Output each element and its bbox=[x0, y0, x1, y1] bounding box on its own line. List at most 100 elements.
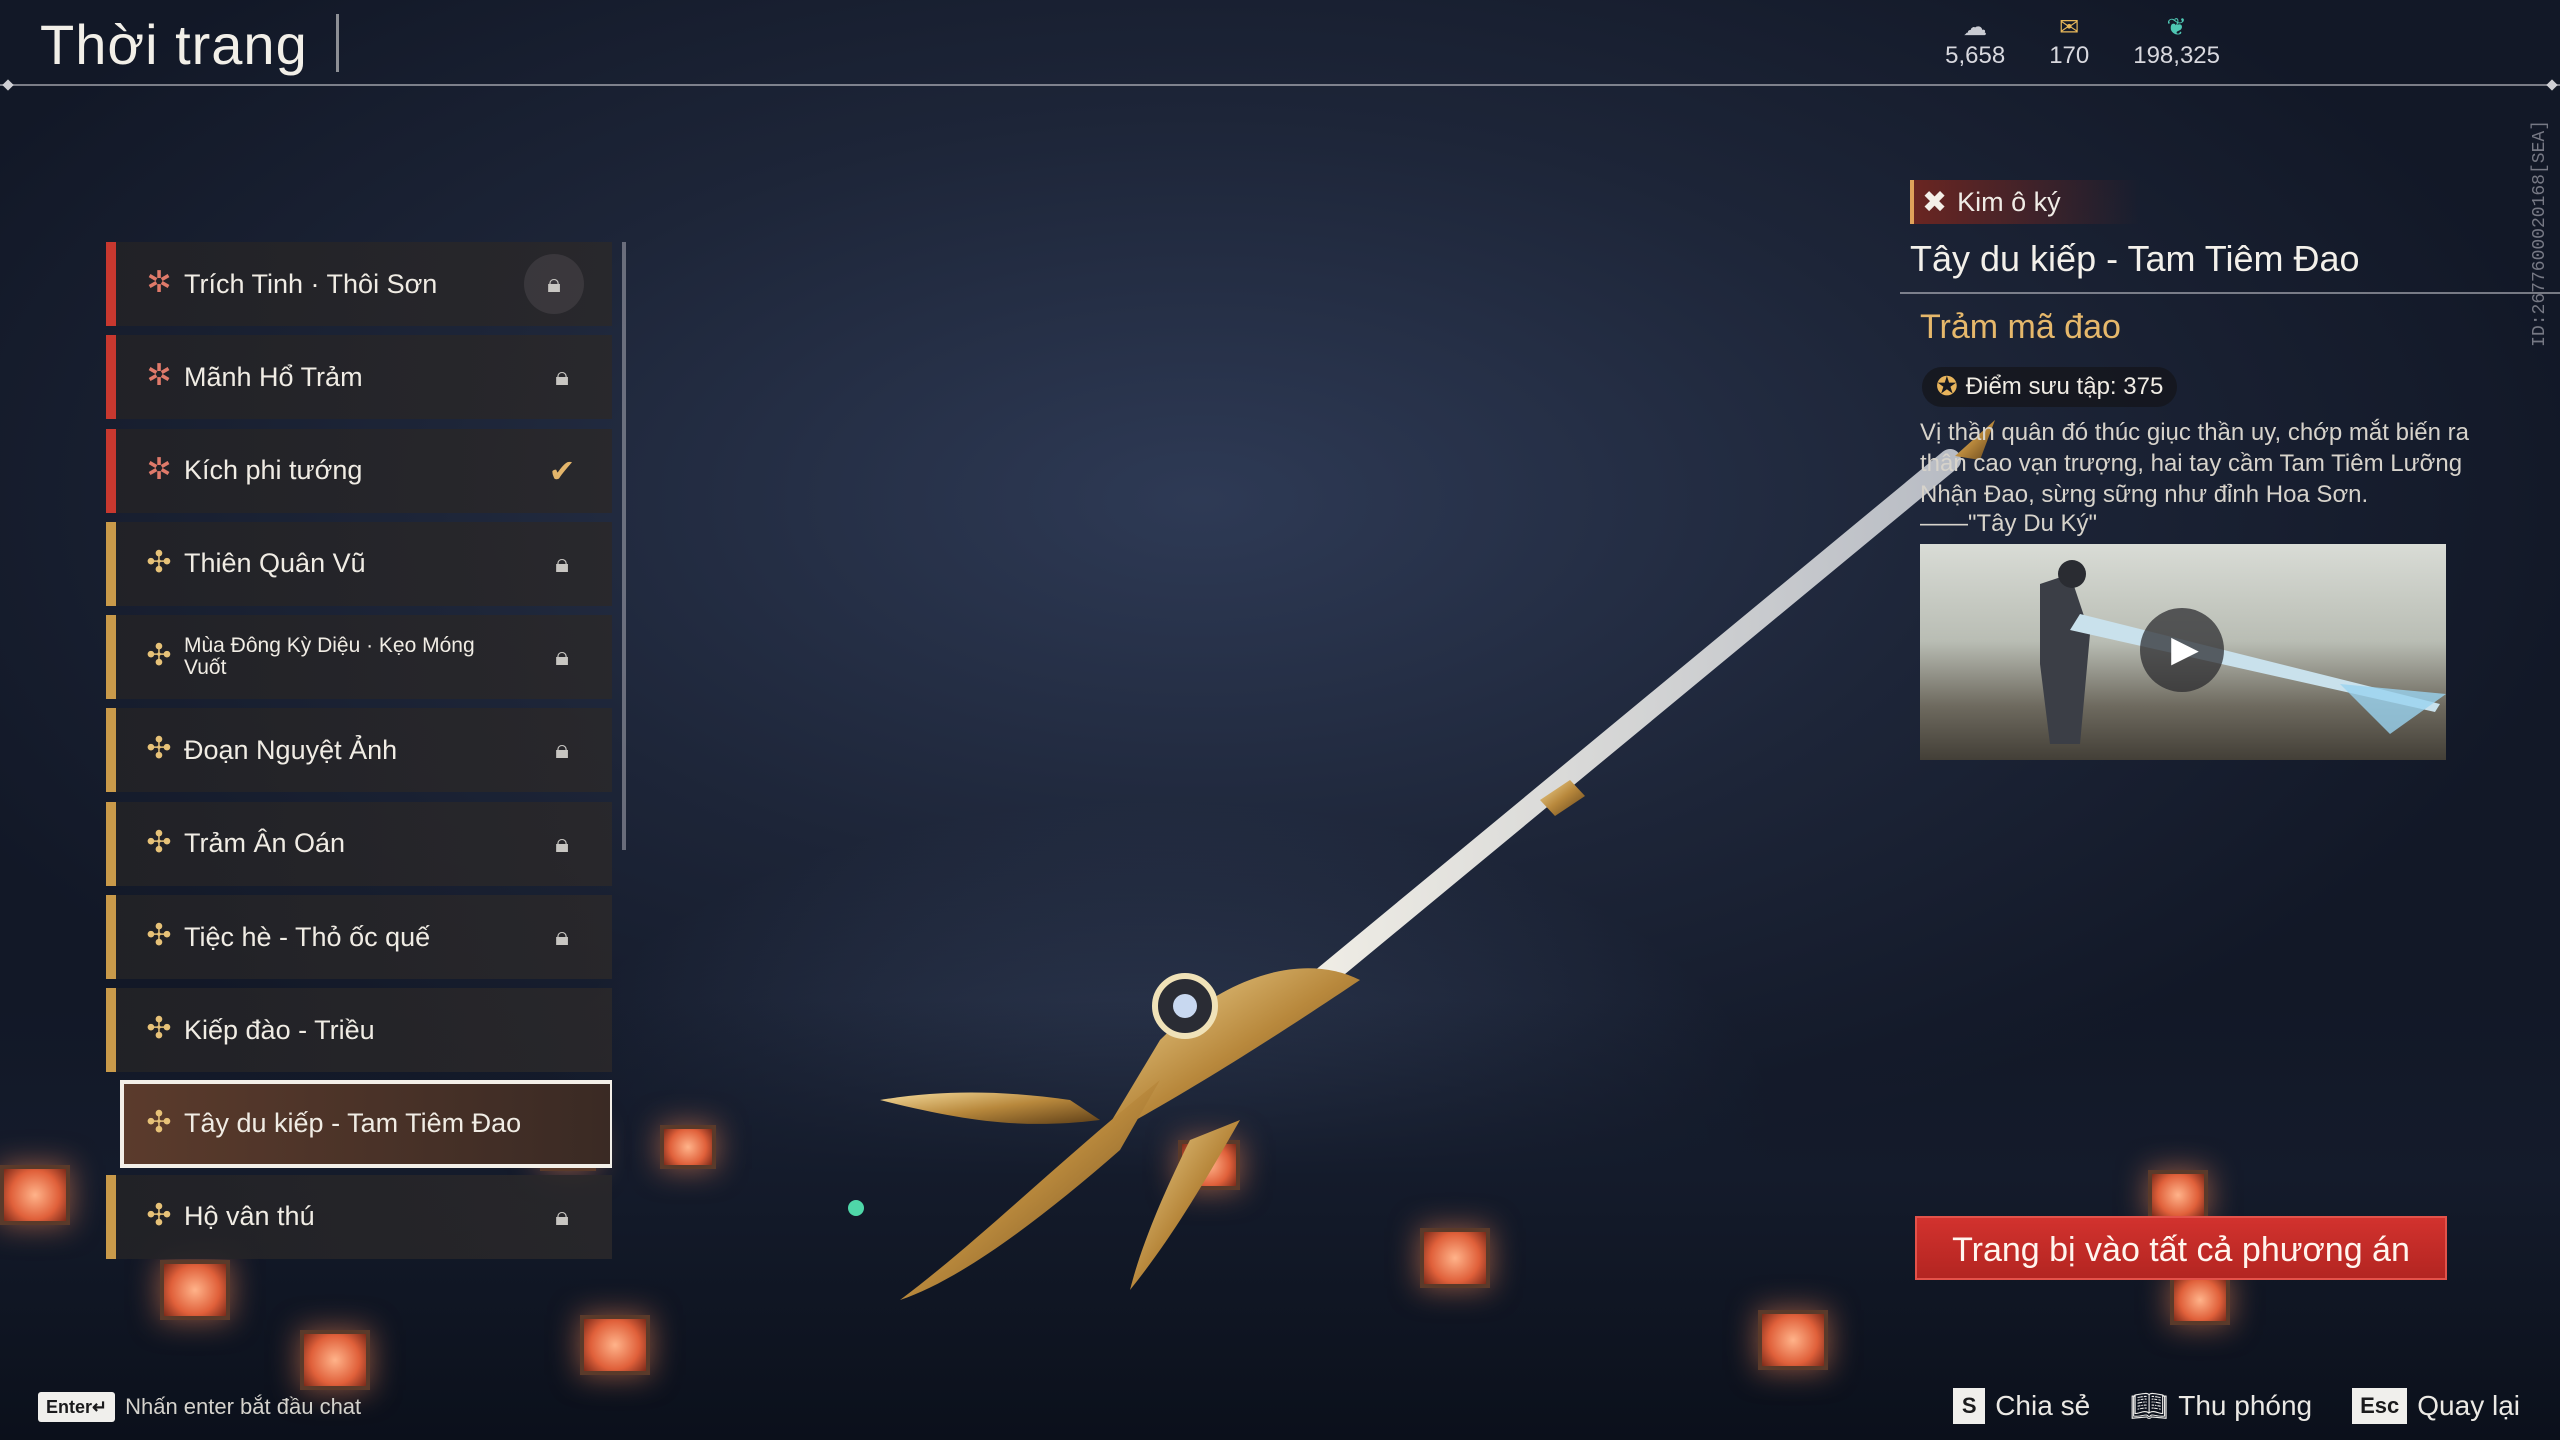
series-tag: ✖ Kim ô ký bbox=[1910, 180, 2141, 224]
star-icon: ✲ bbox=[146, 265, 172, 300]
item-type: Trảm mã đao bbox=[1920, 308, 2121, 346]
list-item[interactable]: ✣ Thiên Quân Vũ 🔒︎ bbox=[106, 521, 612, 606]
cross-star-icon: ✣ bbox=[146, 824, 172, 860]
check-icon: ✔ bbox=[548, 451, 576, 490]
currency-jade-feather[interactable]: ❦ 198,325 bbox=[2133, 13, 2220, 70]
currency-cloud-coin[interactable]: ☁ 5,658 bbox=[1945, 13, 2006, 70]
currency-bar: ☁ 5,658 ✉ 170 ❦ 198,325 bbox=[1945, 13, 2220, 70]
top-bar: Thời trang ☁ 5,658 ✉ 170 ❦ 198,325 bbox=[0, 0, 2560, 91]
cross-star-icon: ✣ bbox=[146, 1104, 172, 1140]
lantern-decoration bbox=[2170, 1275, 2230, 1325]
s-key-icon: S bbox=[1953, 1388, 1986, 1424]
zoom-button[interactable]: 📖︎ Thu phóng bbox=[2130, 1389, 2312, 1424]
divider-cap bbox=[2, 79, 14, 91]
item-label: Kích phi tướng bbox=[184, 455, 363, 486]
collection-points: Điểm sưu tập: 375 bbox=[1965, 373, 2164, 400]
detail-panel: ✖ Kim ô ký Tây du kiếp - Tam Tiêm Đao Tr… bbox=[1900, 180, 2560, 760]
lantern-decoration bbox=[2148, 1170, 2208, 1220]
item-quote: ——"Tây Du Ký" bbox=[1920, 510, 2098, 537]
star-icon: ✲ bbox=[146, 451, 172, 487]
enter-key-icon: Enter↵ bbox=[38, 1392, 116, 1422]
chat-hint[interactable]: Enter↵ Nhấn enter bắt đầu chat bbox=[38, 1392, 361, 1422]
currency-value: 5,658 bbox=[1945, 42, 2006, 69]
lantern-decoration bbox=[580, 1315, 650, 1375]
cross-star-icon: ✣ bbox=[146, 638, 172, 674]
cross-star-icon: ✣ bbox=[146, 1197, 172, 1233]
back-label: Quay lại bbox=[2417, 1390, 2520, 1421]
share-label: Chia sẻ bbox=[1995, 1390, 2091, 1421]
item-label: Mãnh Hổ Trảm bbox=[184, 361, 363, 392]
list-scrollbar[interactable] bbox=[622, 242, 626, 850]
rarity-bar bbox=[106, 335, 116, 420]
play-icon[interactable]: ▶ bbox=[2140, 608, 2224, 692]
list-item[interactable]: ✲ Trích Tinh · Thôi Sơn 🔒︎ bbox=[106, 242, 612, 326]
bottom-actions: S Chia sẻ 📖︎ Thu phóng Esc Quay lại bbox=[1953, 1388, 2520, 1424]
item-label: Tây du kiếp - Tam Tiêm Đao bbox=[184, 1108, 522, 1139]
item-label: Kiếp đào - Triều bbox=[184, 1014, 375, 1045]
page-title: Thời trang bbox=[40, 13, 308, 76]
rarity-bar bbox=[106, 895, 116, 980]
lock-icon: 🔒︎ bbox=[555, 828, 569, 859]
spear-weapon-model bbox=[848, 420, 1995, 1300]
list-item[interactable]: ✣ Đoạn Nguyệt Ảnh 🔒︎ bbox=[106, 708, 612, 793]
title-divider bbox=[336, 14, 339, 72]
outfit-list[interactable]: ✲ Trích Tinh · Thôi Sơn 🔒︎ ✲ Mãnh Hổ Trả… bbox=[106, 242, 612, 1278]
cross-star-icon: ✣ bbox=[146, 544, 172, 580]
gold-ticket-icon: ✉ bbox=[2059, 13, 2080, 41]
lock-icon: 🔒︎ bbox=[555, 642, 569, 673]
rarity-bar bbox=[106, 708, 116, 793]
item-label: Mùa Đông Kỳ Diệu · Kẹo Móng Vuốt bbox=[184, 634, 475, 680]
list-item[interactable]: ✣ Trảm Ân Oán 🔒︎ bbox=[106, 801, 612, 886]
divider-cap bbox=[2546, 79, 2558, 91]
lock-icon: 🔒︎ bbox=[524, 254, 584, 314]
lock-icon: 🔒︎ bbox=[555, 548, 569, 579]
lantern-decoration bbox=[0, 1165, 70, 1225]
esc-key-icon: Esc bbox=[2352, 1388, 2408, 1424]
item-label: Hộ vân thú bbox=[184, 1201, 315, 1232]
lock-icon: 🔒︎ bbox=[555, 735, 569, 766]
jade-feather-icon: ❦ bbox=[2166, 13, 2187, 41]
preview-video[interactable]: ▶ bbox=[1920, 544, 2446, 760]
player-id: ID:2677600020168[SEA] bbox=[2530, 120, 2550, 347]
rarity-bar bbox=[106, 801, 116, 886]
lock-icon: 🔒︎ bbox=[555, 362, 569, 393]
zoom-label: Thu phóng bbox=[2178, 1390, 2313, 1421]
lock-icon: 🔒︎ bbox=[555, 922, 569, 953]
rarity-bar bbox=[106, 615, 116, 700]
zoom-book-icon: 📖︎ bbox=[2130, 1388, 2169, 1424]
list-item[interactable]: ✣ Tiệc hè - Thỏ ốc quế 🔒︎ bbox=[106, 895, 612, 980]
collection-points-badge: ✪ Điểm sưu tập: 375 bbox=[1922, 367, 2178, 407]
star-icon: ✲ bbox=[146, 358, 172, 394]
cross-star-icon: ✣ bbox=[146, 1011, 172, 1047]
header-divider bbox=[0, 79, 2560, 91]
rarity-bar bbox=[106, 1174, 116, 1259]
rarity-bar bbox=[106, 428, 116, 513]
list-item[interactable]: ✣ Mùa Đông Kỳ Diệu · Kẹo Móng Vuốt 🔒︎ bbox=[106, 615, 612, 700]
item-label: Thiên Quân Vũ bbox=[184, 548, 366, 579]
list-item-selected[interactable]: ✣ Tây du kiếp - Tam Tiêm Đao bbox=[120, 1079, 612, 1168]
collection-coin-icon: ✪ bbox=[1936, 372, 1958, 402]
item-label: Trảm Ân Oán bbox=[184, 828, 346, 859]
item-label: Đoạn Nguyệt Ảnh bbox=[184, 734, 398, 765]
rarity-bar bbox=[106, 988, 116, 1073]
share-button[interactable]: S Chia sẻ bbox=[1953, 1388, 2090, 1424]
chat-hint-text: Nhấn enter bắt đầu chat bbox=[125, 1394, 362, 1419]
currency-value: 198,325 bbox=[2133, 42, 2220, 69]
back-button[interactable]: Esc Quay lại bbox=[2352, 1388, 2520, 1424]
cross-star-icon: ✣ bbox=[146, 731, 172, 767]
equip-all-button[interactable]: Trang bị vào tất cả phương án bbox=[1915, 1216, 2447, 1280]
rarity-bar bbox=[106, 521, 116, 606]
lock-icon: 🔒︎ bbox=[555, 1201, 569, 1232]
cross-star-icon: ✣ bbox=[146, 918, 172, 954]
item-description: Vị thần quân đó thúc giục thần uy, chớp … bbox=[1920, 419, 2469, 508]
lantern-decoration bbox=[300, 1330, 370, 1390]
list-item[interactable]: ✲ Kích phi tướng ✔ bbox=[106, 428, 612, 513]
series-tag-label: Kim ô ký bbox=[1957, 186, 2061, 217]
list-item[interactable]: ✣ Kiếp đào - Triều bbox=[106, 988, 612, 1073]
currency-gold-ticket[interactable]: ✉ 170 bbox=[2049, 13, 2089, 70]
item-label: Tiệc hè - Thỏ ốc quế bbox=[184, 921, 431, 952]
list-item[interactable]: ✲ Mãnh Hổ Trảm 🔒︎ bbox=[106, 335, 612, 420]
item-name: Tây du kiếp - Tam Tiêm Đao bbox=[1910, 238, 2360, 279]
list-item[interactable]: ✣ Hộ vân thú 🔒︎ bbox=[106, 1174, 612, 1259]
item-label: Trích Tinh · Thôi Sơn bbox=[184, 268, 438, 299]
